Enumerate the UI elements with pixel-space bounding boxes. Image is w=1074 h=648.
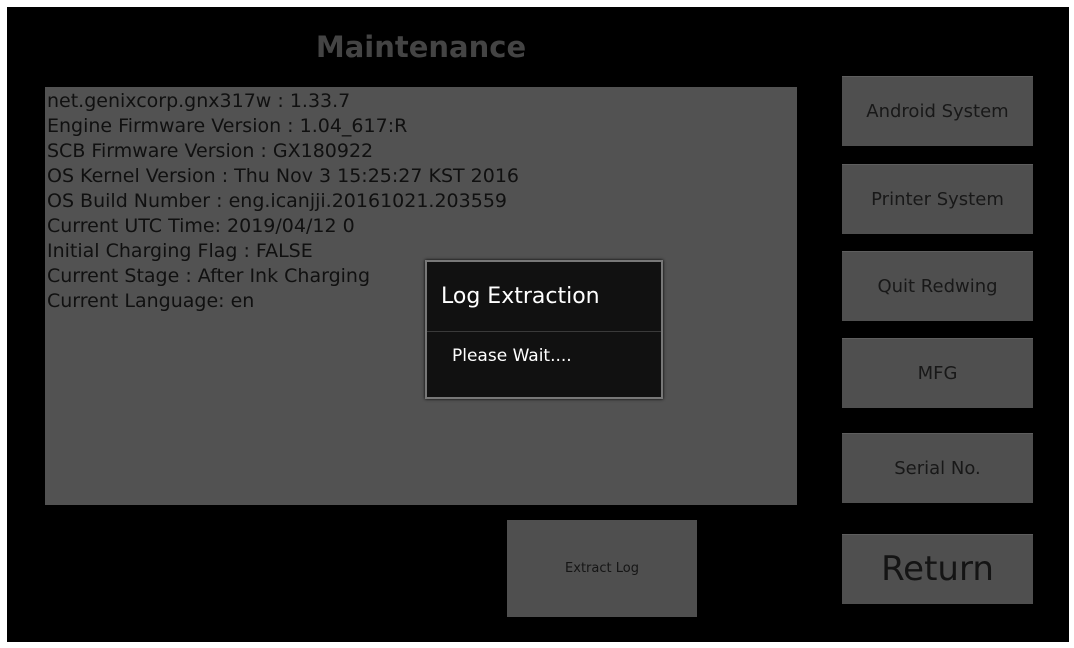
dialog-title: Log Extraction xyxy=(427,262,661,332)
info-charging-flag: Initial Charging Flag : FALSE xyxy=(47,240,313,262)
system-info-panel: net.genixcorp.gnx317w : 1.33.7 Engine Fi… xyxy=(45,87,797,505)
quit-redwing-button[interactable]: Quit Redwing xyxy=(842,251,1033,321)
info-scb-firmware: SCB Firmware Version : GX180922 xyxy=(47,140,374,162)
printer-system-button[interactable]: Printer System xyxy=(842,164,1033,234)
serial-no-button[interactable]: Serial No. xyxy=(842,433,1033,503)
info-app-version: net.genixcorp.gnx317w : 1.33.7 xyxy=(47,90,351,112)
info-current-stage: Current Stage : After Ink Charging xyxy=(47,265,371,287)
log-extraction-dialog: Log Extraction Please Wait.... xyxy=(425,260,663,399)
page-title: Maintenance xyxy=(315,30,527,64)
android-system-button[interactable]: Android System xyxy=(842,76,1033,146)
info-current-language: Current Language: en xyxy=(47,290,255,312)
extract-log-button[interactable]: Extract Log xyxy=(507,520,697,617)
mfg-button[interactable]: MFG xyxy=(842,338,1033,408)
info-utc-time: Current UTC Time: 2019/04/12 0 xyxy=(47,215,355,237)
info-os-kernel: OS Kernel Version : Thu Nov 3 15:25:27 K… xyxy=(47,165,520,187)
info-os-build: OS Build Number : eng.icanjji.20161021.2… xyxy=(47,190,507,212)
return-button[interactable]: Return xyxy=(842,534,1033,604)
maintenance-screen: Maintenance net.genixcorp.gnx317w : 1.33… xyxy=(7,7,1069,642)
dialog-message: Please Wait.... xyxy=(452,346,572,366)
info-engine-firmware: Engine Firmware Version : 1.04_617:R xyxy=(47,115,408,137)
